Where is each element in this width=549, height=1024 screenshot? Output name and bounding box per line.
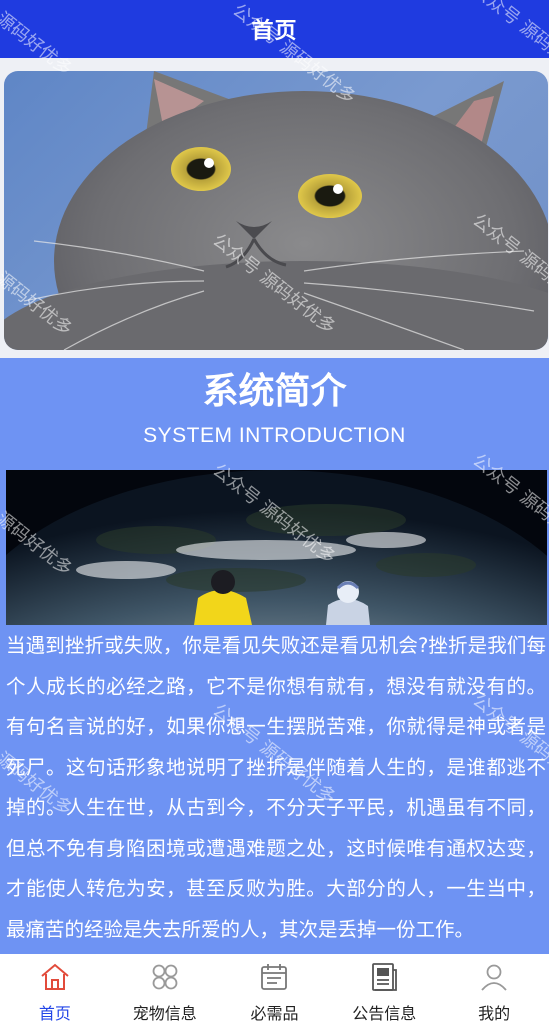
user-icon xyxy=(481,964,507,991)
tab-pet-info[interactable]: 宠物信息 xyxy=(110,954,220,1024)
calendar-icon xyxy=(261,964,288,990)
grid-icon xyxy=(152,964,178,990)
home-icon xyxy=(41,963,69,990)
earth-image xyxy=(6,470,547,625)
tab-announcements[interactable]: 公告信息 xyxy=(329,954,439,1024)
system-intro-section: 系统简介 SYSTEM INTRODUCTION 当遇到挫折或失败，你是看见失败… xyxy=(0,358,549,954)
tab-announcements-label: 公告信息 xyxy=(352,1004,417,1023)
bottom-tab-bar: 首页 宠物信息 必需品 公告信息 我的 xyxy=(0,954,549,1024)
tab-necessities[interactable]: 必需品 xyxy=(220,954,330,1024)
tab-home-label: 首页 xyxy=(38,1004,71,1023)
tab-mine[interactable]: 我的 xyxy=(439,954,549,1024)
cat-illustration xyxy=(4,71,548,350)
newspaper-icon xyxy=(372,963,398,991)
intro-paragraph: 当遇到挫折或失败，你是看见失败还是看见机会?挫折是我们每个人成长的必经之路，它不… xyxy=(6,634,546,941)
earth-illustration xyxy=(6,470,547,625)
page-title: 首页 xyxy=(251,19,298,44)
intro-title: 系统简介 xyxy=(202,371,347,412)
intro-subtitle: SYSTEM INTRODUCTION xyxy=(143,424,406,447)
tab-home[interactable]: 首页 xyxy=(0,954,110,1024)
tab-necessities-label: 必需品 xyxy=(250,1004,299,1023)
banner-image-cat[interactable] xyxy=(4,71,548,350)
tab-pet-info-label: 宠物信息 xyxy=(132,1004,197,1023)
top-nav-bar: 首页 xyxy=(0,0,549,58)
tab-mine-label: 我的 xyxy=(478,1004,511,1023)
